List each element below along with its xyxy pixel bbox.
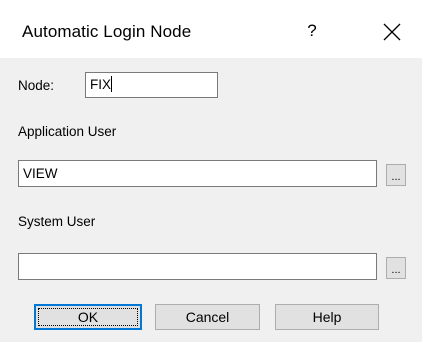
system-user-input[interactable] <box>18 253 377 280</box>
application-user-browse-button[interactable]: ... <box>386 164 406 186</box>
cancel-button-label: Cancel <box>185 309 230 325</box>
application-user-label: Application User <box>18 124 117 139</box>
dialog-title: Automatic Login Node <box>22 22 192 41</box>
help-question-button[interactable]: ? <box>305 21 319 41</box>
system-user-browse-button[interactable]: ... <box>386 257 406 279</box>
text-caret <box>111 76 113 92</box>
node-input-value: FIX <box>90 77 112 92</box>
close-icon[interactable] <box>383 23 401 41</box>
node-input[interactable]: FIX <box>85 72 218 98</box>
help-button[interactable]: Help <box>275 304 379 330</box>
help-button-label: Help <box>312 309 342 325</box>
node-label: Node: <box>18 78 55 93</box>
ok-button[interactable]: OK <box>34 304 142 330</box>
focus-rectangle <box>38 308 138 326</box>
title-bar: Automatic Login Node ? <box>0 0 422 58</box>
cancel-button[interactable]: Cancel <box>155 304 260 330</box>
application-user-input[interactable]: VIEW <box>18 160 377 187</box>
system-user-label: System User <box>18 214 96 229</box>
application-user-value: VIEW <box>23 166 58 181</box>
